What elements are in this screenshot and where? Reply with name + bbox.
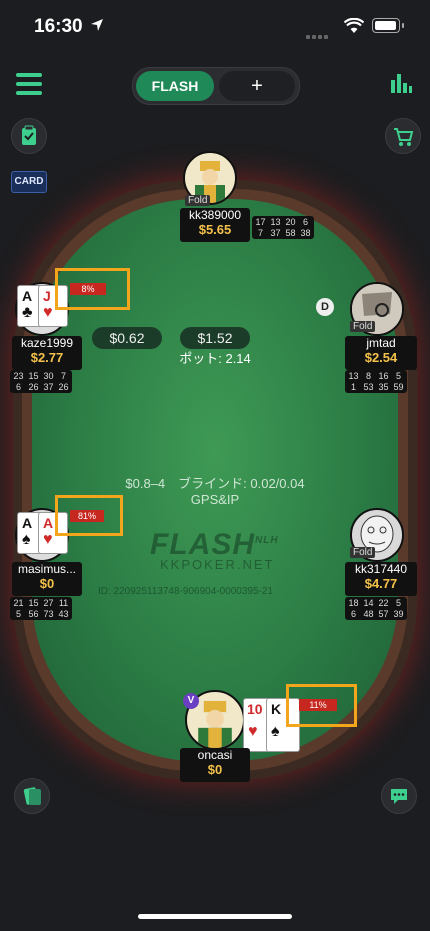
fold-tag-right-lower: Fold [350,547,376,558]
hud-stats-top: 17 13 20 6 7 37 58 38 [252,216,314,239]
player-stack: $4.77 [364,576,398,591]
tab-flash[interactable]: FLASH [136,71,214,101]
menu-icon[interactable] [16,73,42,95]
cards-icon [23,787,41,805]
player-name: masimus... [17,562,76,576]
home-indicator[interactable] [138,914,292,919]
player-plate-right-upper: jmtad $2.54 [345,336,417,370]
hud-stats-right-upper: 13 8 16 5 1 53 35 59 [345,370,407,393]
chat-icon [391,789,407,804]
clipboard-button[interactable] [11,118,47,154]
gps-ip-label: GPS&IP [190,492,240,507]
player-plate-top: kk389000 $5.65 [180,208,250,242]
player-name: oncasi [197,748,233,762]
player-stack: $5.65 [198,222,232,237]
player-stack: $0 [39,576,55,591]
equity-badge: 11% [299,699,337,711]
stats-bar-icon[interactable] [390,72,412,94]
fold-tag-top: Fold [185,195,211,206]
player-plate-left-upper: kaze1999 $2.77 [12,336,82,370]
cellular-signal-icon [306,26,330,44]
status-time: 16:30 [34,16,83,37]
player-name: jmtad [366,336,396,350]
shop-cart-button[interactable] [385,118,421,154]
player-name: kaze1999 [20,336,74,350]
player-stack: $0 [207,762,223,777]
equity-badge: 81% [70,510,104,522]
player-name: kk389000 [188,208,242,222]
location-arrow-icon [91,19,103,31]
hud-stats-left-upper: 23 15 30 7 6 26 37 26 [10,370,72,393]
vip-badge: V [183,693,199,709]
chat-button[interactable] [381,778,417,814]
clipboard-icon [22,125,36,145]
player-stack: $2.77 [30,350,64,365]
table-tabs: FLASH + [132,67,300,105]
wifi-icon [344,18,364,33]
player-plate-hero: oncasi $0 [180,748,250,782]
pot-total: ポット: 2.14 [179,351,251,366]
equity-badge: 8% [70,283,106,295]
cart-icon [394,128,414,146]
add-table-button[interactable]: + [219,71,295,101]
bet-amount-left: $0.62 [92,327,162,349]
player-plate-left-lower: masimus... $0 [12,562,82,596]
hud-stats-left-lower: 21 15 27 11 5 56 73 43 [10,597,72,620]
battery-icon [372,18,404,33]
player-name: kk317440 [354,562,408,576]
fold-tag-right-upper: Fold [350,321,376,332]
bet-amount-right: $1.52 [180,327,250,349]
card-badge[interactable]: CARD [11,171,47,193]
hud-stats-right-lower: 18 14 22 5 6 48 57 39 [345,597,407,620]
blinds-info: $0.8–4 ブラインド: 0.02/0.04 [125,476,305,491]
player-plate-right-lower: kk317440 $4.77 [345,562,417,596]
hand-history-button[interactable] [14,778,50,814]
dealer-button: D [316,298,334,316]
kkpoker-logo-text: KKPOKER.NET [160,557,275,572]
player-stack: $2.54 [364,350,398,365]
game-id: ID: 220925113748-906904-0000395-21 [98,586,273,597]
